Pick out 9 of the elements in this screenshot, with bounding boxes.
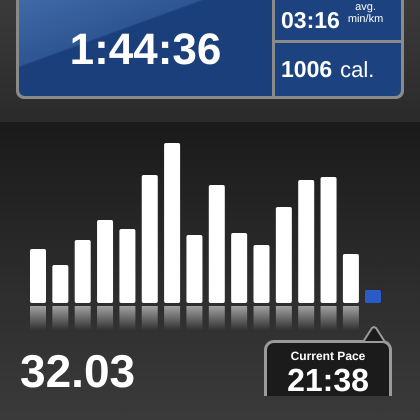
current-pace-value: 21:38 bbox=[287, 363, 369, 397]
duration-text: 1:44:36 bbox=[70, 25, 222, 75]
distance-value: 32.03 bbox=[20, 346, 136, 396]
calories-unit: cal. bbox=[340, 56, 374, 82]
avg-label: avg. bbox=[355, 1, 376, 13]
avg-pace-value: 03:16 bbox=[281, 6, 340, 34]
current-pace-label: Current Pace bbox=[290, 349, 366, 363]
pace-unit: min/km bbox=[348, 13, 384, 25]
calories-value: 1006 bbox=[281, 56, 332, 83]
